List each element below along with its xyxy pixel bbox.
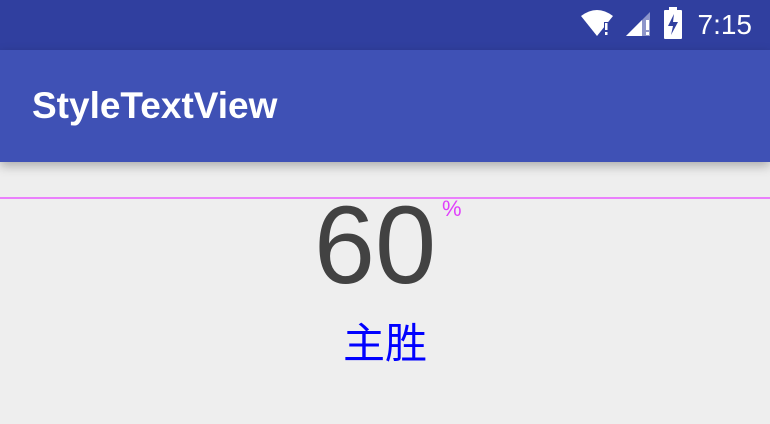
cell-signal-icon (624, 8, 654, 43)
wifi-icon (580, 8, 614, 43)
app-title: StyleTextView (32, 85, 278, 126)
value-label: 主胜 (342, 319, 427, 368)
status-time: 7:15 (697, 9, 753, 40)
battery-charging-icon (663, 6, 682, 44)
content-area: 60 % 主胜 (0, 162, 770, 424)
status-bar: 7:15 (0, 0, 770, 50)
app-bar: StyleTextView (0, 50, 770, 162)
value-number: 60 (313, 184, 437, 307)
value-unit: % (442, 196, 462, 221)
status-icons: 7:15 (580, 0, 753, 50)
